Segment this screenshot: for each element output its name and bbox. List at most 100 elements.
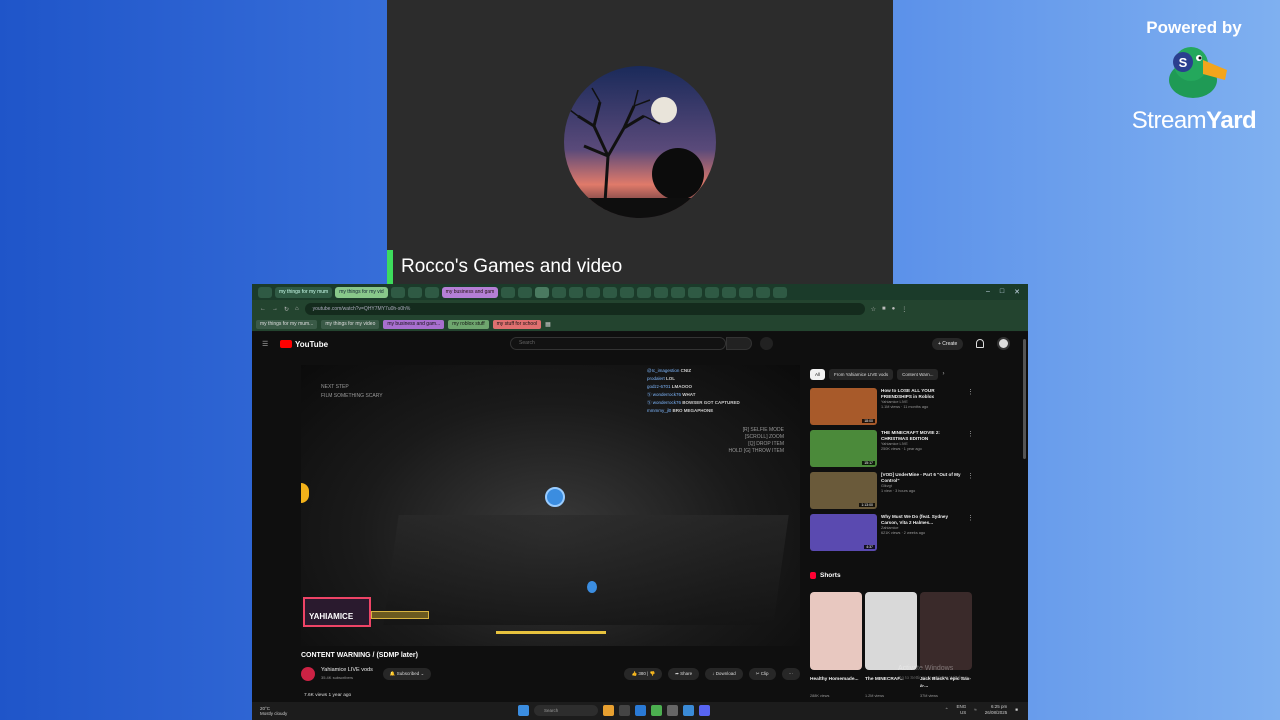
- video-views-date[interactable]: 7.6K views 1 year ago: [304, 693, 351, 698]
- browser-tab[interactable]: [424, 286, 439, 298]
- bookmark-folder[interactable]: my things for my mum...: [256, 320, 318, 329]
- channel-avatar[interactable]: [301, 667, 315, 681]
- minimize-icon[interactable]: –: [986, 288, 990, 296]
- hamburger-menu-icon[interactable]: ☰: [262, 340, 268, 348]
- rec-title[interactable]: THE MINECRAFT MOVIE 2: CHRISTMAS EDITION: [881, 430, 961, 442]
- chip-channel[interactable]: From Yahiamice LIVE vods: [829, 369, 894, 380]
- browser-tab[interactable]: [603, 286, 618, 298]
- share-button[interactable]: ➦ Share: [668, 668, 700, 680]
- create-button[interactable]: + Create: [932, 338, 964, 350]
- chip-topic[interactable]: Content Warn...: [897, 369, 939, 380]
- browser-tab[interactable]: [654, 286, 669, 298]
- edge-icon[interactable]: [635, 705, 646, 716]
- video-thumbnail[interactable]: 15:17: [810, 430, 877, 467]
- bookmark-folder[interactable]: my things for my video: [321, 320, 380, 329]
- forward-icon[interactable]: →: [272, 306, 278, 312]
- browser-tab[interactable]: [739, 286, 754, 298]
- task-view-icon[interactable]: [619, 705, 630, 716]
- maximize-icon[interactable]: □: [1000, 288, 1004, 296]
- search-button[interactable]: [726, 337, 752, 350]
- bookmark-folder[interactable]: my roblox stuff: [448, 320, 489, 329]
- start-icon[interactable]: [518, 705, 529, 716]
- taskbar-search[interactable]: Search: [534, 705, 598, 716]
- recommended-video[interactable]: 15:17 THE MINECRAFT MOVIE 2: CHRISTMAS E…: [810, 430, 1020, 468]
- profile-icon[interactable]: ●: [892, 306, 896, 312]
- more-options-icon[interactable]: ⋮: [967, 388, 974, 426]
- short-thumbnail[interactable]: [920, 592, 972, 670]
- menu-icon[interactable]: ⋮: [901, 306, 907, 313]
- video-thumbnail[interactable]: 18:00: [810, 388, 877, 425]
- browser-tab[interactable]: [671, 286, 686, 298]
- short-title[interactable]: Healthy Homemade...: [810, 676, 862, 683]
- browser-tab[interactable]: [705, 286, 720, 298]
- chevron-right-icon[interactable]: ›: [942, 369, 944, 380]
- recommended-video[interactable]: 1:13:00 [VOD] UnderMine - Part 6 "Out of…: [810, 472, 1020, 510]
- browser-tab[interactable]: [756, 286, 771, 298]
- recommended-video[interactable]: 18:00 How to LOSE ALL YOUR FRIENDSHIPS i…: [810, 388, 1020, 426]
- browser-tab-active[interactable]: [535, 286, 550, 298]
- browser-tab[interactable]: [637, 286, 652, 298]
- download-button[interactable]: ↓ Download: [705, 668, 743, 680]
- discord-icon[interactable]: [699, 705, 710, 716]
- short-thumbnail[interactable]: [810, 592, 862, 670]
- wifi-icon[interactable]: ≈: [974, 707, 976, 713]
- browser-tab[interactable]: [569, 286, 584, 298]
- browser-tab[interactable]: [586, 286, 601, 298]
- short-thumbnail[interactable]: [865, 592, 917, 670]
- rec-title[interactable]: Why Must We Do (feat. Sydney Carson, Vit…: [881, 514, 961, 526]
- account-avatar[interactable]: [997, 337, 1010, 350]
- back-icon[interactable]: ←: [260, 306, 266, 312]
- language-indicator[interactable]: ENG US: [957, 704, 967, 716]
- recommended-video[interactable]: 4:37 Why Must We Do (feat. Sydney Carson…: [810, 514, 1020, 552]
- more-options-icon[interactable]: ⋮: [967, 430, 974, 468]
- file-explorer-icon[interactable]: [603, 705, 614, 716]
- channel-info[interactable]: Yahiamice LIVE vods 35.4K subscribers: [321, 667, 373, 681]
- app-icon[interactable]: [683, 705, 694, 716]
- weather-widget[interactable]: 20°C Mostly cloudy: [260, 706, 287, 716]
- browser-tab[interactable]: [620, 286, 635, 298]
- more-actions-button[interactable]: ⋯: [781, 668, 800, 680]
- app-icon[interactable]: [667, 705, 678, 716]
- browser-tab[interactable]: [722, 286, 737, 298]
- tab-group[interactable]: my business and gam: [441, 286, 499, 298]
- bookmark-folder[interactable]: my business and gam...: [383, 320, 445, 329]
- browser-tab[interactable]: [390, 286, 405, 298]
- browser-tab[interactable]: [501, 286, 516, 298]
- home-icon[interactable]: ⌂: [295, 306, 299, 312]
- youtube-logo[interactable]: YouTube: [280, 340, 328, 349]
- bookmark-star-icon[interactable]: ☆: [871, 306, 876, 313]
- close-icon[interactable]: ✕: [1014, 288, 1020, 296]
- more-options-icon[interactable]: ⋮: [967, 514, 974, 552]
- youtube-search-input[interactable]: Search: [510, 337, 726, 350]
- url-input[interactable]: youtube.com/watch?v=QHY7MY7u0h-s0h%: [304, 303, 865, 315]
- browser-tab[interactable]: [552, 286, 567, 298]
- bookmark-folder[interactable]: my stuff for school: [492, 320, 542, 329]
- all-bookmarks-icon[interactable]: ▦: [545, 321, 551, 328]
- extensions-icon[interactable]: ■: [882, 306, 886, 312]
- rec-title[interactable]: How to LOSE ALL YOUR FRIENDSHIPS in Robl…: [881, 388, 961, 400]
- video-player[interactable]: NEXT STEP FILM SOMETHING SCARY @Ic_image…: [301, 365, 800, 646]
- tab-group-toggle[interactable]: [258, 286, 272, 298]
- scrollbar[interactable]: [1023, 339, 1026, 459]
- browser-tab[interactable]: [688, 286, 703, 298]
- chrome-icon[interactable]: [651, 705, 662, 716]
- like-button[interactable]: 👍 380 | 👎: [624, 668, 663, 680]
- subscribed-button[interactable]: 🔔 Subscribed ⌄: [382, 668, 432, 680]
- tab-group[interactable]: my things for my mum: [275, 286, 333, 298]
- video-thumbnail[interactable]: 4:37: [810, 514, 877, 551]
- reload-icon[interactable]: ↻: [284, 306, 289, 313]
- chevron-up-icon[interactable]: ⌃: [945, 707, 949, 713]
- browser-tab[interactable]: [407, 286, 422, 298]
- clip-button[interactable]: ✂ Clip: [748, 668, 776, 680]
- clock[interactable]: 6:25 pm 26/08/2025: [985, 704, 1008, 716]
- chip-all[interactable]: All: [810, 369, 826, 380]
- tab-group[interactable]: my things for my vid: [335, 286, 388, 298]
- browser-tab[interactable]: [773, 286, 788, 298]
- video-thumbnail[interactable]: 1:13:00: [810, 472, 877, 509]
- browser-tab[interactable]: [518, 286, 533, 298]
- notifications-bell-icon[interactable]: [976, 339, 984, 348]
- rec-title[interactable]: [VOD] UnderMine - Part 6 "Out of My Cont…: [881, 472, 961, 484]
- notification-icon[interactable]: ■: [1015, 707, 1018, 713]
- more-options-icon[interactable]: ⋮: [967, 472, 974, 510]
- microphone-icon[interactable]: [760, 337, 773, 350]
